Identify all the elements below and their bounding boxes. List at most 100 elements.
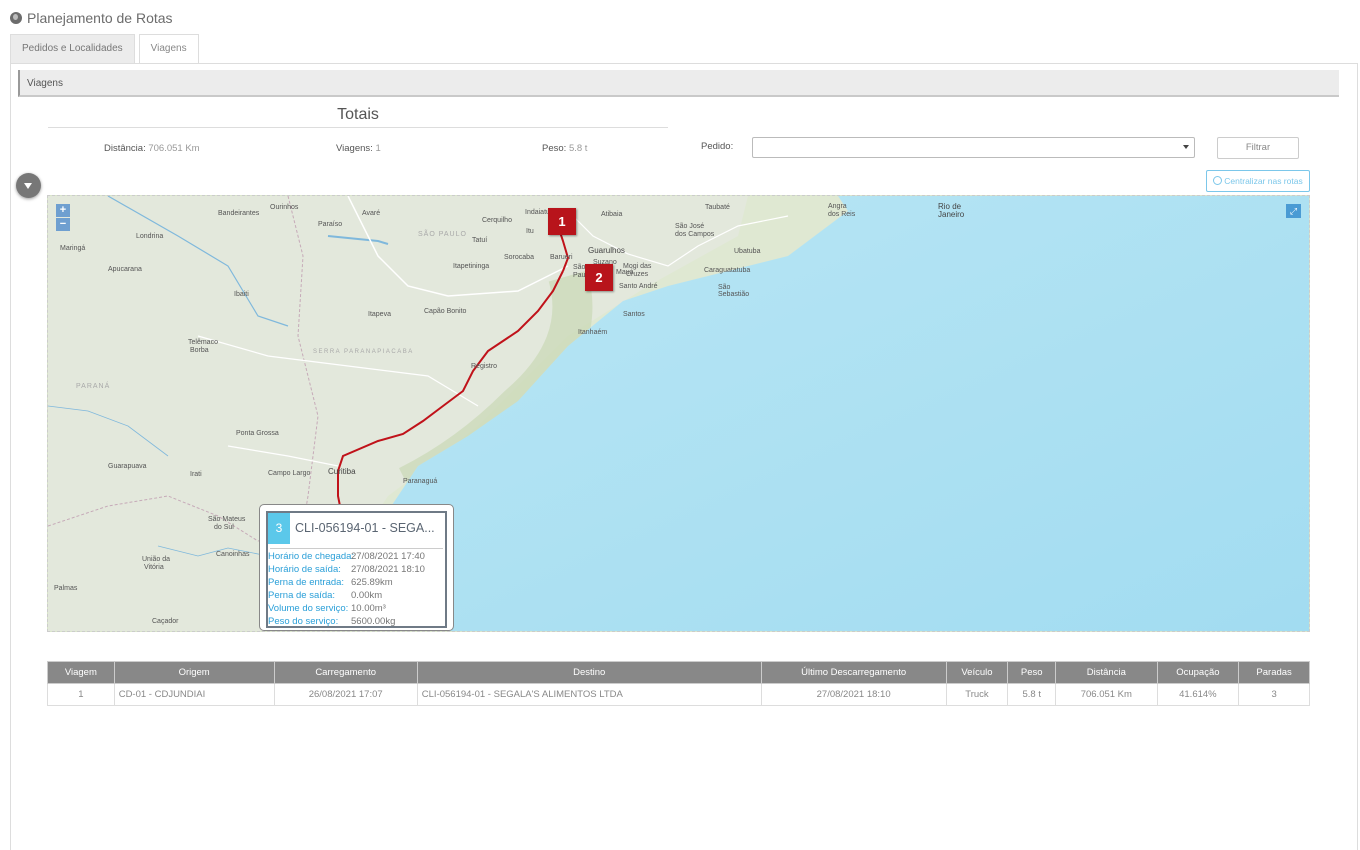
popup-row-label: Horário de chegada: — [268, 551, 355, 562]
svg-text:Vitória: Vitória — [144, 564, 164, 571]
svg-text:União da: União da — [142, 556, 170, 563]
svg-text:Canoinhas: Canoinhas — [216, 551, 250, 558]
page-title-text: Planejamento de Rotas — [27, 10, 173, 26]
totais-title: Totais — [337, 106, 379, 123]
stat-peso: Peso: 5.8 t — [542, 143, 587, 154]
col-origem[interactable]: Origem — [113, 661, 275, 684]
svg-text:SERRA PARANAPIACABA: SERRA PARANAPIACABA — [313, 349, 414, 355]
svg-text:Ibaiti: Ibaiti — [234, 291, 249, 298]
svg-text:São Mateus: São Mateus — [208, 516, 246, 523]
svg-text:São José: São José — [675, 223, 704, 230]
popup-row-chegada: Horário de chegada:27/08/2021 17:40 — [268, 551, 425, 562]
collapse-toggle-button[interactable] — [16, 173, 41, 198]
svg-text:Apucarana: Apucarana — [108, 266, 142, 273]
svg-text:Itu: Itu — [526, 228, 534, 235]
map-tiles: Rio de Janeiro Guarulhos Santo André São… — [48, 196, 1309, 631]
svg-text:Caraguatatuba: Caraguatatuba — [704, 267, 750, 274]
cell-origem: CD-01 - CDJUNDIAI — [113, 683, 275, 706]
col-ultimo-descarregamento[interactable]: Último Descarregamento — [760, 661, 947, 684]
totais-divider — [48, 127, 668, 128]
stop-number-badge: 3 — [268, 513, 290, 544]
svg-text:Angra: Angra — [828, 203, 847, 210]
svg-text:Ourinhos: Ourinhos — [270, 204, 299, 211]
stat-peso-value: 5.8 t — [568, 143, 588, 154]
centralizar-button[interactable]: Centralizar nas rotas — [1206, 170, 1310, 192]
svg-text:Irati: Irati — [190, 471, 202, 478]
col-veiculo[interactable]: Veículo — [945, 661, 1009, 684]
col-paradas[interactable]: Paradas — [1238, 661, 1310, 684]
tab-viagens[interactable]: Viagens — [138, 34, 199, 64]
table-row[interactable]: 1 CD-01 - CDJUNDIAI 26/08/2021 17:07 CLI… — [47, 683, 1310, 706]
cell-ultimo-descarregamento: 27/08/2021 18:10 — [760, 683, 947, 706]
cell-carregamento: 26/08/2021 17:07 — [273, 683, 418, 706]
panel-header: Viagens — [18, 70, 1339, 97]
svg-text:Barueri: Barueri — [550, 254, 573, 261]
cell-veiculo: Truck — [945, 683, 1009, 706]
col-ocupacao[interactable]: Ocupação — [1156, 661, 1240, 684]
route-map[interactable]: Rio de Janeiro Guarulhos Santo André São… — [47, 195, 1310, 632]
popup-row-perna-saida: Perna de saída: 0.00km — [268, 590, 382, 601]
svg-text:Guarulhos: Guarulhos — [588, 246, 625, 255]
stop-popup-title: CLI-056194-01 - SEGA... — [295, 521, 435, 535]
zoom-out-button[interactable]: − — [56, 218, 70, 231]
cell-ocupacao: 41.614% — [1156, 683, 1240, 706]
svg-text:PARANÁ: PARANÁ — [76, 381, 110, 390]
chevron-down-icon — [1183, 145, 1189, 149]
popup-row-value: 10.00m³ — [351, 603, 386, 614]
col-distancia[interactable]: Distância — [1055, 661, 1158, 684]
centralizar-label: Centralizar nas rotas — [1224, 176, 1303, 186]
svg-text:Capão Bonito: Capão Bonito — [424, 308, 467, 315]
stop-popup-divider — [270, 548, 443, 549]
stat-viagens-label: Viagens: — [336, 143, 373, 154]
svg-text:Telêmaco: Telêmaco — [188, 339, 218, 346]
popup-row-value: 0.00km — [351, 590, 383, 601]
svg-text:Ponta Grossa: Ponta Grossa — [236, 430, 279, 437]
svg-text:Guarapuava: Guarapuava — [108, 463, 147, 470]
svg-text:Avaré: Avaré — [362, 210, 380, 217]
svg-text:Maringá: Maringá — [60, 245, 85, 252]
crosshair-icon — [1213, 176, 1223, 185]
pedido-label: Pedido: — [701, 141, 734, 152]
cell-distancia: 706.051 Km — [1055, 683, 1158, 706]
svg-text:Ubatuba: Ubatuba — [734, 248, 761, 255]
stat-distancia-value: 706.051 Km — [148, 143, 200, 154]
col-viagem[interactable]: Viagem — [47, 661, 115, 684]
pedido-select[interactable] — [752, 137, 1195, 158]
popup-row-value: 625.89km — [351, 577, 393, 588]
route-marker-2[interactable]: 2 — [585, 264, 613, 291]
popup-row-perna-entrada: Perna de entrada: 625.89km — [268, 577, 393, 588]
svg-text:Paraíso: Paraíso — [318, 221, 342, 228]
fullscreen-icon[interactable]: ⤢ — [1286, 204, 1301, 218]
popup-row-value: 5600.00kg — [351, 616, 396, 627]
svg-text:Paranaguá: Paranaguá — [403, 478, 437, 485]
col-carregamento[interactable]: Carregamento — [273, 661, 418, 684]
route-marker-1[interactable]: 1 — [548, 208, 576, 235]
svg-text:São: São — [573, 264, 586, 271]
svg-text:Campo Largo: Campo Largo — [268, 470, 311, 477]
table-header-row: Viagem Origem Carregamento Destino Últim… — [47, 661, 1310, 684]
col-peso[interactable]: Peso — [1007, 661, 1057, 684]
globe-icon — [10, 12, 22, 24]
svg-text:SÃO PAULO: SÃO PAULO — [418, 229, 467, 238]
popup-row-saida: Horário de saída: 27/08/2021 18:10 — [268, 564, 425, 575]
cell-peso: 5.8 t — [1007, 683, 1057, 706]
svg-text:Sebastião: Sebastião — [718, 291, 749, 298]
svg-text:Registro: Registro — [471, 363, 497, 370]
svg-text:Santos: Santos — [623, 311, 645, 318]
svg-text:dos Reis: dos Reis — [828, 211, 856, 218]
svg-text:Mauá: Mauá — [616, 269, 634, 276]
stat-distancia: Distância: 706.051 Km — [104, 143, 200, 154]
cell-paradas: 3 — [1238, 683, 1310, 706]
tab-bar: Pedidos e Localidades Viagens — [10, 34, 203, 64]
col-destino[interactable]: Destino — [416, 661, 762, 684]
tab-pedidos-localidades[interactable]: Pedidos e Localidades — [10, 34, 135, 63]
zoom-in-button[interactable]: + — [56, 204, 70, 217]
svg-text:Borba: Borba — [190, 347, 209, 354]
stop-popup-content: 3 CLI-056194-01 - SEGA... Horário de che… — [266, 511, 447, 628]
popup-row-label: Horário de saída: — [268, 564, 341, 575]
stat-viagens: Viagens: 1 — [336, 143, 381, 154]
filtrar-button[interactable]: Filtrar — [1217, 137, 1299, 159]
svg-text:São: São — [718, 284, 731, 291]
trips-table: Viagem Origem Carregamento Destino Últim… — [47, 661, 1310, 706]
popup-row-label: Perna de saída: — [268, 590, 336, 601]
